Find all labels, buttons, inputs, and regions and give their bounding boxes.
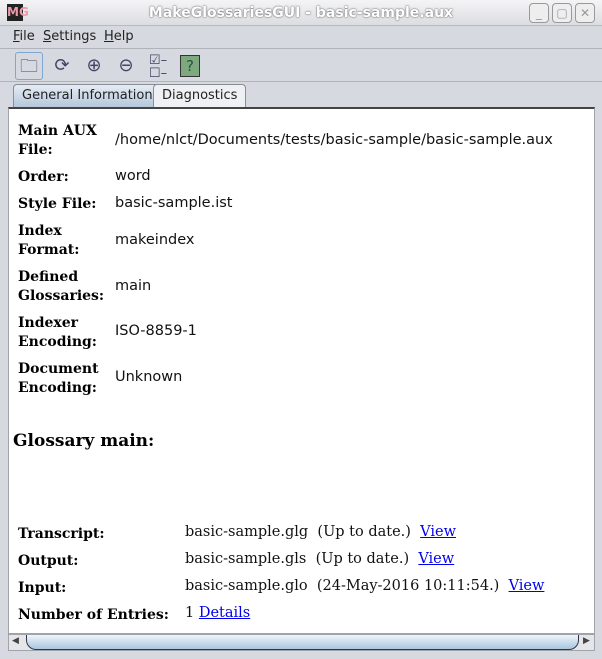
scroll-left-icon[interactable]: ◀ (12, 636, 19, 646)
glossary-heading: Glossary main: (13, 431, 155, 451)
value-style-file: basic-sample.ist (115, 195, 233, 211)
value-order: word (115, 168, 151, 184)
value-indexer-encoding: ISO-8859-1 (115, 323, 197, 339)
label-output: Output: (18, 553, 79, 569)
label-document-encoding: Document Encoding: (18, 361, 99, 396)
menu-help[interactable]: Help (104, 29, 134, 44)
details-link[interactable]: Details (199, 605, 250, 621)
label-style-file: Style File: (18, 196, 97, 212)
input-row: basic-sample.glo (24-May-2016 10:11:54.)… (185, 578, 544, 594)
label-index-format: Index Format: (18, 223, 80, 258)
close-button[interactable]: ✕ (575, 3, 595, 23)
menu-settings[interactable]: Settings (43, 29, 96, 44)
output-row: basic-sample.gls (Up to date.) View (185, 551, 454, 567)
label-number-of-entries: Number of Entries: (18, 607, 169, 623)
tab-diagnostics[interactable]: Diagnostics (153, 84, 247, 107)
view-output-link[interactable]: View (418, 551, 454, 567)
value-main-aux-file: /home/nlct/Documents/tests/basic-sample/… (115, 132, 553, 148)
view-transcript-link[interactable]: View (420, 524, 456, 540)
view-input-link[interactable]: View (509, 578, 545, 594)
output-file: basic-sample.gls (185, 551, 307, 567)
tab-general-information[interactable]: General Information (13, 84, 162, 107)
zoom-out-icon[interactable]: ⊖ (112, 52, 140, 80)
value-defined-glossaries: main (115, 278, 152, 294)
menu-bar: File Settings Help (0, 27, 602, 48)
input-status: (24-May-2016 10:11:54.) (316, 578, 500, 594)
open-folder-icon[interactable]: 🗀 (15, 52, 43, 80)
horizontal-scrollbar[interactable]: ◀ ▶ (8, 634, 595, 651)
label-transcript: Transcript: (18, 526, 105, 542)
label-input: Input: (18, 580, 67, 596)
minimize-button[interactable]: _ (529, 3, 549, 23)
output-status: (Up to date.) (315, 551, 410, 567)
help-icon[interactable]: ? (180, 55, 200, 77)
checklist-icon[interactable]: ☑– ☐– (144, 52, 172, 80)
label-order: Order: (18, 169, 69, 185)
toolbar: 🗀 ⟳ ⊕ ⊖ ☑– ☐– ? (0, 48, 602, 82)
transcript-status: (Up to date.) (317, 524, 411, 540)
transcript-row: basic-sample.glg (Up to date.) View (185, 524, 456, 540)
zoom-in-icon[interactable]: ⊕ (80, 52, 108, 80)
scrollbar-thumb[interactable] (26, 635, 579, 650)
window-title: MakeGlossariesGUI - basic-sample.aux (148, 5, 454, 21)
label-main-aux-file: Main AUX File: (18, 123, 97, 158)
label-defined-glossaries: Defined Glossaries: (18, 269, 105, 304)
entries-count: 1 (185, 605, 195, 621)
transcript-file: basic-sample.glg (185, 524, 309, 540)
maximize-button[interactable]: ▢ (552, 3, 572, 23)
menu-file[interactable]: File (13, 29, 35, 44)
input-file: basic-sample.glo (185, 578, 308, 594)
label-indexer-encoding: Indexer Encoding: (18, 315, 97, 350)
scroll-right-icon[interactable]: ▶ (583, 636, 590, 646)
value-document-encoding: Unknown (115, 369, 183, 385)
value-index-format: makeindex (115, 232, 195, 248)
title-bar: MG MakeGlossariesGUI - basic-sample.aux … (0, 0, 602, 26)
entries-row: 1 Details (185, 605, 250, 621)
reload-icon[interactable]: ⟳ (48, 52, 76, 80)
